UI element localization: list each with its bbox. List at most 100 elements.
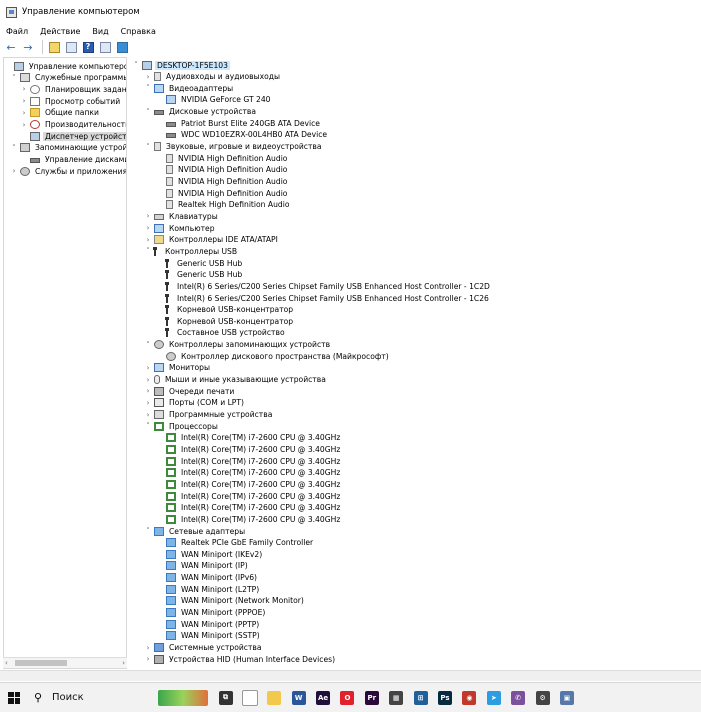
device-tree-item[interactable]: NVIDIA High Definition Audio — [156, 187, 289, 199]
device-tree-item[interactable]: › Системные устройства — [144, 642, 264, 654]
device-tree-item[interactable]: Intel(R) Core(TM) i7-2600 CPU @ 3.40GHz — [156, 478, 342, 490]
device-tree-item[interactable]: ˅ Видеоадаптеры — [144, 82, 235, 94]
device-tree-item[interactable]: › Порты (COM и LPT) — [144, 397, 246, 409]
start-button[interactable] — [0, 683, 28, 712]
device-tree-item[interactable]: Intel(R) Core(TM) i7-2600 CPU @ 3.40GHz — [156, 432, 342, 444]
device-tree-item[interactable]: Intel(R) Core(TM) i7-2600 CPU @ 3.40GHz — [156, 502, 342, 514]
chevron-right-icon[interactable]: › — [20, 85, 28, 93]
chevron-right-icon[interactable]: › — [144, 364, 152, 372]
device-tree-item[interactable]: WAN Miniport (Network Monitor) — [156, 595, 306, 607]
menu-view[interactable]: Вид — [86, 27, 114, 36]
device-tree-item[interactable]: › Мыши и иные указывающие устройства — [144, 374, 328, 386]
chevron-down-icon[interactable]: ˅ — [144, 341, 152, 349]
device-tree-item[interactable]: Корневой USB-концентратор — [156, 304, 295, 316]
device-tree-item[interactable]: ˅ Контроллеры USB — [144, 245, 239, 257]
premiere-taskbar-button[interactable]: Pr — [360, 683, 383, 712]
help-icon[interactable]: ? — [81, 40, 95, 54]
chevron-right-icon[interactable]: › — [144, 655, 152, 663]
back-arrow-icon[interactable]: ← — [4, 40, 18, 54]
menu-action[interactable]: Действие — [34, 27, 86, 36]
device-tree-item[interactable]: Intel(R) Core(TM) i7-2600 CPU @ 3.40GHz — [156, 513, 342, 525]
chevron-right-icon[interactable]: › — [20, 109, 28, 117]
device-tree-item[interactable]: Realtek PCIe GbE Family Controller — [156, 537, 315, 549]
nav-tree-item[interactable]: ˅ Служебные программы — [10, 72, 126, 84]
device-tree-item[interactable]: › Клавиатуры — [144, 210, 220, 222]
nav-tree-item[interactable]: Управление компьютером (л — [4, 60, 126, 72]
nav-tree-item[interactable]: Управление дисками — [20, 154, 126, 166]
calculator-taskbar-button[interactable]: ▦ — [385, 683, 408, 712]
device-tree-item[interactable]: Intel(R) 6 Series/C200 Series Chipset Fa… — [156, 280, 492, 292]
device-tree-item[interactable]: Generic USB Hub — [156, 269, 244, 281]
device-tree-item[interactable]: WAN Miniport (SSTP) — [156, 630, 262, 642]
photoshop-taskbar-button[interactable]: Ps — [434, 683, 457, 712]
chevron-down-icon[interactable]: ˅ — [144, 527, 152, 535]
news-widget-icon[interactable] — [158, 689, 208, 706]
chevron-right-icon[interactable]: › — [20, 97, 28, 105]
scroll-left-icon[interactable]: ‹ — [3, 659, 10, 667]
device-tree-item[interactable]: Generic USB Hub — [156, 257, 244, 269]
file-taskbar-button[interactable] — [238, 683, 261, 712]
device-tree-item[interactable]: Intel(R) Core(TM) i7-2600 CPU @ 3.40GHz — [156, 443, 342, 455]
nav-tree-item[interactable]: › Производительность — [20, 119, 126, 131]
nav-tree-item[interactable]: › Планировщик заданий — [20, 83, 126, 95]
device-tree-item[interactable]: NVIDIA High Definition Audio — [156, 164, 289, 176]
device-tree-item[interactable]: › Аудиовходы и аудиовыходы — [144, 71, 282, 83]
chevron-down-icon[interactable]: ˅ — [144, 84, 152, 92]
chevron-right-icon[interactable]: › — [144, 212, 152, 220]
settings-taskbar-button[interactable]: ⚙ — [531, 683, 554, 712]
device-tree-item[interactable]: ˅ DESKTOP-1F5E103 — [132, 59, 230, 71]
nav-tree-item[interactable]: › Общие папки — [20, 107, 101, 119]
chevron-down-icon[interactable]: ˅ — [144, 422, 152, 430]
device-tree-item[interactable]: Intel(R) Core(TM) i7-2600 CPU @ 3.40GHz — [156, 455, 342, 467]
device-tree-item[interactable]: WAN Miniport (IPv6) — [156, 572, 259, 584]
device-tree-item[interactable]: Контроллер дискового пространства (Майкр… — [156, 350, 391, 362]
device-tree-item[interactable]: Realtek High Definition Audio — [156, 199, 291, 211]
taskbar-search[interactable]: ⚲ Поиск — [28, 683, 158, 712]
chevron-right-icon[interactable]: › — [144, 644, 152, 652]
nav-tree-item[interactable]: Диспетчер устройств — [20, 130, 126, 142]
network-tool-taskbar-button[interactable]: ⊞ — [409, 683, 432, 712]
device-tree-item[interactable]: Intel(R) 6 Series/C200 Series Chipset Fa… — [156, 292, 491, 304]
chevron-right-icon[interactable]: › — [144, 411, 152, 419]
horizontal-scrollbar[interactable]: ‹ › — [3, 657, 127, 668]
device-tree-item[interactable]: › Компьютер — [144, 222, 217, 234]
chevron-down-icon[interactable]: ˅ — [10, 144, 18, 152]
device-tree-item[interactable]: WDC WD10EZRX-00L4HB0 ATA Device — [156, 129, 329, 141]
menu-file[interactable]: Файл — [0, 27, 34, 36]
scrollbar-thumb[interactable] — [15, 660, 67, 666]
device-tree-item[interactable]: › Программные устройства — [144, 409, 274, 421]
forward-arrow-icon[interactable]: → — [21, 40, 35, 54]
after-effects-taskbar-button[interactable]: Ae — [312, 683, 335, 712]
device-tree-item[interactable]: › Мониторы — [144, 362, 212, 374]
word-taskbar-button[interactable]: W — [287, 683, 310, 712]
device-tree-item[interactable]: ˅ Контроллеры запоминающих устройств — [144, 339, 332, 351]
device-tree-item[interactable]: › Очереди печати — [144, 385, 236, 397]
chevron-right-icon[interactable]: › — [144, 224, 152, 232]
device-tree-item[interactable]: WAN Miniport (PPTP) — [156, 618, 261, 630]
chevron-right-icon[interactable]: › — [20, 121, 28, 129]
chevron-right-icon[interactable]: › — [10, 167, 18, 175]
monitor-icon[interactable] — [115, 40, 129, 54]
device-tree-item[interactable]: ˅ Сетевые адаптеры — [144, 525, 247, 537]
chevron-right-icon[interactable]: › — [144, 399, 152, 407]
chevron-right-icon[interactable]: › — [144, 73, 152, 81]
viber-taskbar-button[interactable]: ✆ — [507, 683, 530, 712]
davinci-taskbar-button[interactable]: ◉ — [458, 683, 481, 712]
properties-icon[interactable] — [98, 40, 112, 54]
device-tree-item[interactable]: Intel(R) Core(TM) i7-2600 CPU @ 3.40GHz — [156, 490, 342, 502]
device-tree-item[interactable]: NVIDIA High Definition Audio — [156, 176, 289, 188]
up-folder-icon[interactable] — [47, 40, 61, 54]
device-tree-item[interactable]: Составное USB устройство — [156, 327, 287, 339]
nav-tree-item[interactable]: › Просмотр событий — [20, 95, 122, 107]
explorer-taskbar-button[interactable] — [263, 683, 286, 712]
chevron-down-icon[interactable]: ˅ — [132, 61, 140, 69]
device-tree-item[interactable]: ˅ Дисковые устройства — [144, 106, 258, 118]
chevron-right-icon[interactable]: › — [144, 236, 152, 244]
device-tree-item[interactable]: Patriot Burst Elite 240GB ATA Device — [156, 117, 322, 129]
device-taskbar-button[interactable]: ▣ — [555, 683, 578, 712]
show-hide-tree-icon[interactable] — [64, 40, 78, 54]
nav-tree-item[interactable]: › Службы и приложения — [10, 165, 126, 177]
device-tree-item[interactable]: ˅ Звуковые, игровые и видеоустройства — [144, 141, 324, 153]
device-tree-item[interactable]: NVIDIA High Definition Audio — [156, 152, 289, 164]
scroll-right-icon[interactable]: › — [120, 659, 127, 667]
